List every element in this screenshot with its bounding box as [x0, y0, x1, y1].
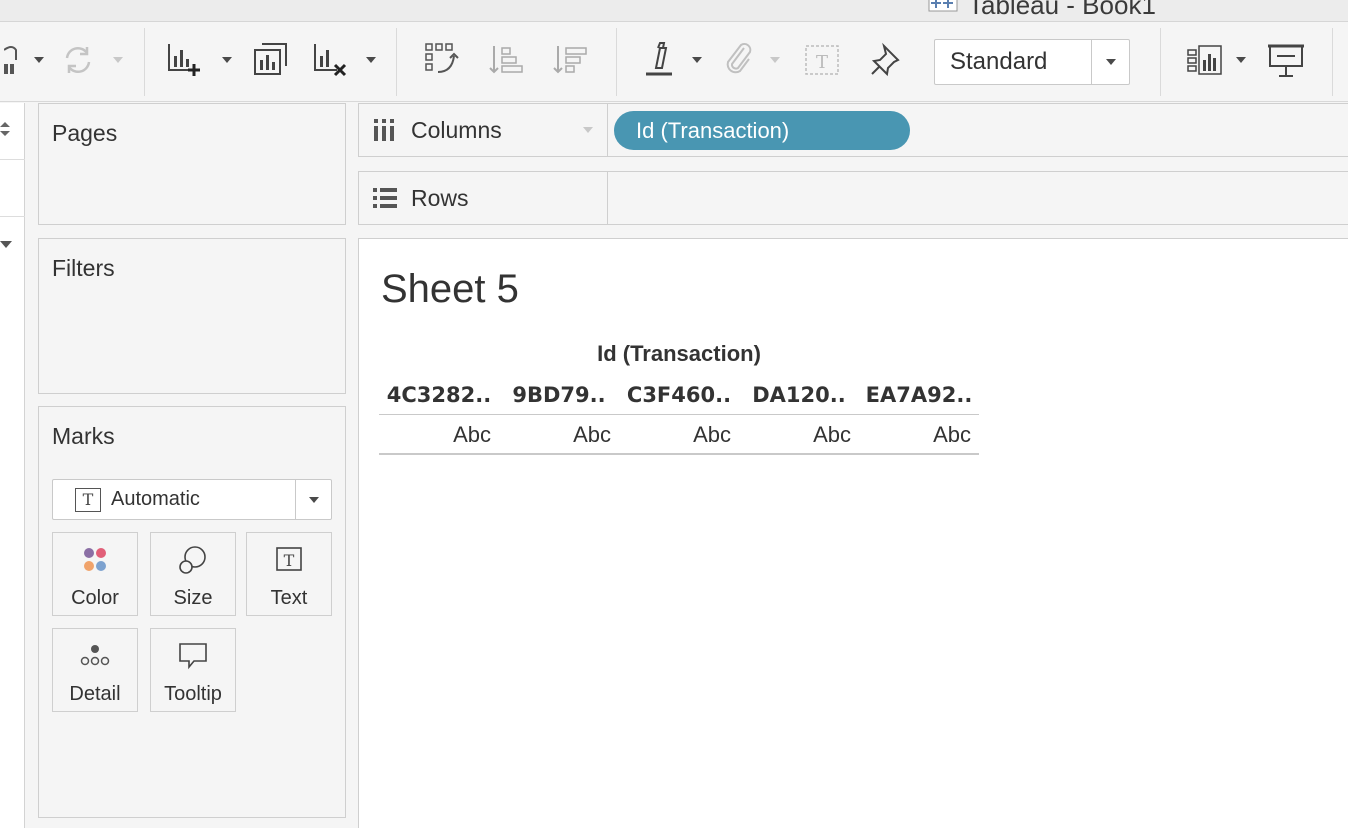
marks-card: Marks T Automatic Color Size T Text Deta… [38, 406, 346, 818]
rows-shelf-header: Rows [359, 172, 608, 224]
marks-card-title: Marks [52, 423, 115, 449]
color-button[interactable]: Color [52, 532, 138, 616]
columns-icon [373, 119, 397, 141]
new-data-source-icon[interactable] [0, 40, 28, 80]
tooltip-icon [179, 643, 207, 670]
rows-shelf[interactable]: Rows [358, 171, 1348, 225]
group-members-caret[interactable] [768, 40, 782, 80]
group-members-icon[interactable] [718, 40, 758, 80]
color-button-label: Color [71, 587, 119, 609]
column-header-cell[interactable]: C3F460.. [619, 383, 739, 407]
svg-text:T: T [816, 52, 828, 73]
fit-dropdown-value: Standard [950, 48, 1048, 75]
title-bar: Tableau - Book1 [0, 0, 1348, 22]
chevron-down-icon[interactable] [0, 241, 12, 249]
tableau-app-icon [928, 0, 958, 12]
sheet-title[interactable]: Sheet 5 [381, 267, 519, 312]
worksheet-view[interactable]: Sheet 5 Id (Transaction) 4C3282.. 9BD79.… [358, 238, 1348, 828]
column-header-cell[interactable]: EA7A92.. [859, 383, 979, 407]
sort-updown-icon[interactable] [0, 121, 10, 137]
svg-text:T: T [284, 551, 295, 570]
show-me-icon[interactable] [1182, 40, 1226, 80]
value-row: Abc Abc Abc Abc Abc [379, 415, 979, 455]
column-field-header[interactable]: Id (Transaction) [379, 341, 979, 367]
text-button-label: Text [270, 587, 308, 609]
text-mark[interactable]: Abc [379, 422, 499, 448]
rows-shelf-label: Rows [411, 184, 469, 211]
show-me-caret[interactable] [1234, 40, 1248, 80]
size-icon [179, 546, 206, 574]
presentation-mode-icon[interactable] [1264, 40, 1308, 80]
detail-button-label: Detail [69, 683, 121, 705]
window-title: Tableau - Book1 [968, 0, 1156, 20]
new-worksheet-icon[interactable] [162, 40, 206, 80]
clear-sheet-icon[interactable] [308, 40, 352, 80]
size-button-label: Size [173, 587, 213, 609]
clear-sheet-caret[interactable] [364, 40, 378, 80]
pages-card-title: Pages [52, 120, 118, 146]
pin-axes-icon[interactable] [864, 40, 908, 80]
data-source-dropdown-caret[interactable] [32, 40, 46, 80]
columns-shelf[interactable]: Columns Id (Transaction) [358, 103, 1348, 157]
text-mark[interactable]: Abc [499, 422, 619, 448]
mark-type-value: Automatic [111, 488, 200, 510]
column-header-cell[interactable]: DA120.. [739, 383, 859, 407]
columns-shelf-header: Columns [359, 104, 608, 156]
columns-shelf-label: Columns [411, 116, 502, 143]
chevron-down-icon[interactable] [295, 480, 331, 519]
text-mark[interactable]: Abc [739, 422, 859, 448]
swap-rows-columns-icon[interactable] [418, 40, 462, 80]
toolbar: T Standard [0, 22, 1348, 102]
new-worksheet-caret[interactable] [220, 40, 234, 80]
tooltip-button[interactable]: Tooltip [150, 628, 236, 712]
filters-card-title: Filters [52, 255, 115, 281]
column-header-row: 4C3282.. 9BD79.. C3F460.. DA120.. EA7A92… [379, 379, 979, 415]
pages-card[interactable]: Pages [38, 103, 346, 225]
refresh-dropdown-caret[interactable] [110, 40, 126, 80]
detail-icon [80, 645, 110, 666]
detail-button[interactable]: Detail [52, 628, 138, 712]
sort-descending-icon[interactable] [548, 40, 592, 80]
filters-card[interactable]: Filters [38, 238, 346, 394]
columns-pill-id-transaction[interactable]: Id (Transaction) [614, 111, 910, 150]
chevron-down-icon[interactable] [583, 127, 593, 133]
size-button[interactable]: Size [150, 532, 236, 616]
highlight-caret[interactable] [690, 40, 704, 80]
column-header-cell[interactable]: 4C3282.. [379, 383, 499, 407]
text-mark[interactable]: Abc [859, 422, 979, 448]
fit-dropdown[interactable]: Standard [934, 39, 1130, 85]
tooltip-button-label: Tooltip [164, 683, 222, 705]
text-button[interactable]: T Text [246, 532, 332, 616]
text-mark[interactable]: Abc [619, 422, 739, 448]
duplicate-sheet-icon[interactable] [248, 40, 292, 80]
mark-type-dropdown[interactable]: T Automatic [52, 479, 332, 520]
text-mark-icon: T [75, 487, 101, 512]
chevron-down-icon[interactable] [1091, 40, 1129, 84]
data-pane-edge [0, 103, 25, 828]
show-mark-labels-icon[interactable]: T [800, 40, 844, 80]
highlight-icon[interactable] [640, 40, 680, 80]
column-header-cell[interactable]: 9BD79.. [499, 383, 619, 407]
refresh-icon[interactable] [56, 40, 100, 80]
text-icon: T [276, 547, 302, 571]
rows-icon [373, 188, 397, 208]
color-icon [84, 548, 106, 571]
sort-ascending-icon[interactable] [484, 40, 528, 80]
